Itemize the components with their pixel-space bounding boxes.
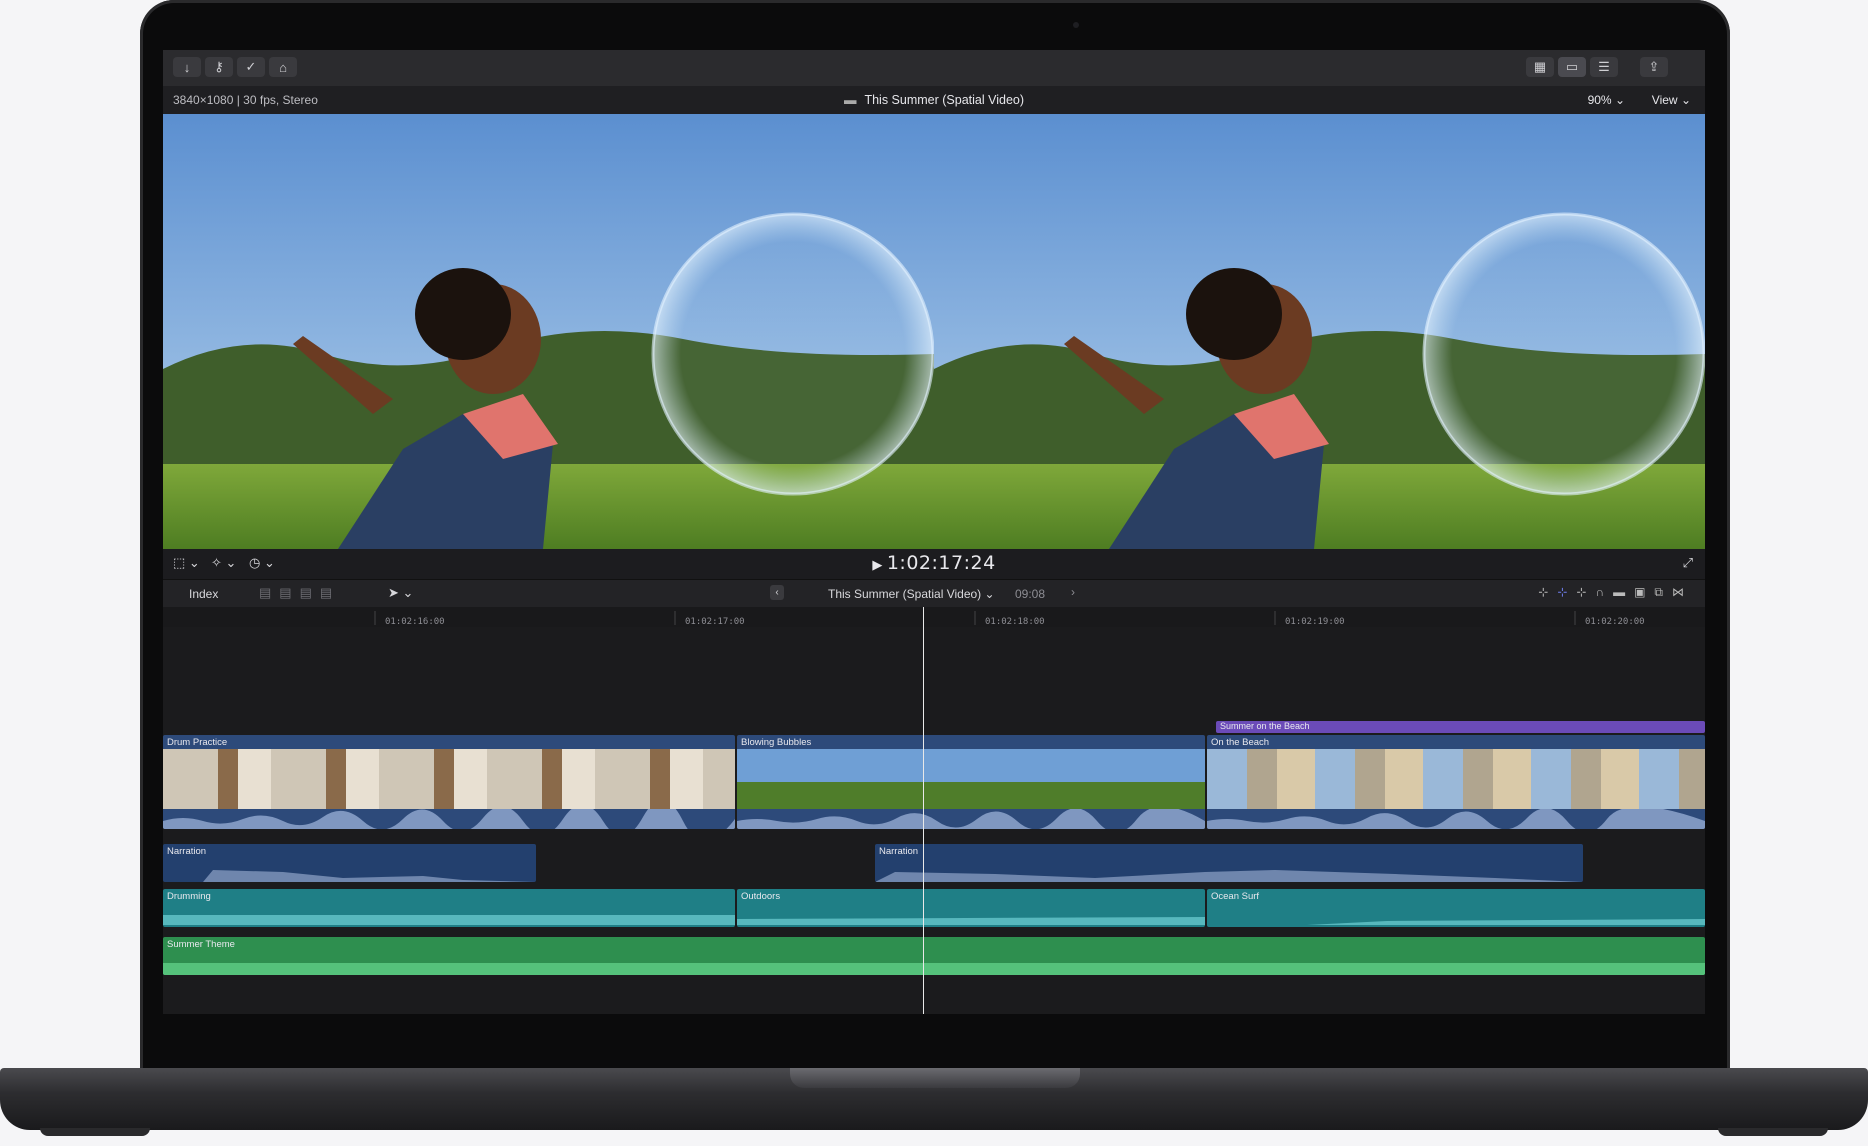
chevron-down-icon: ⌄: [984, 587, 995, 601]
timeline-tracks[interactable]: Summer on the Beach Drum Practice Blowin…: [163, 627, 1705, 1014]
ruler-tick: 01:02:17:00: [685, 617, 745, 627]
tag-icon: ⌂: [279, 59, 287, 75]
audio-waveform: [203, 870, 536, 882]
clip-label: Summer on the Beach: [1220, 721, 1310, 731]
audio-waveform: [875, 870, 1583, 882]
tag-button[interactable]: ⌂: [269, 57, 297, 77]
clip-label: Narration: [167, 846, 207, 857]
playhead[interactable]: [923, 607, 924, 1014]
clip-label: Ocean Surf: [1211, 891, 1260, 902]
play-icon[interactable]: ▶: [872, 558, 883, 573]
ruler-tick: 01:02:20:00: [1585, 617, 1645, 627]
clip-label: Outdoors: [741, 891, 781, 902]
timecode: 1:02:17:24: [886, 552, 996, 574]
app-window: ↓ ⚷ ✓ ⌂ ▦ ▭ ☰ ⇪ 3840×1080 | 30 fps, Ster…: [163, 50, 1705, 1014]
clip-label: Drum Practice: [167, 737, 228, 748]
timeline-toggle[interactable]: ▭: [1558, 57, 1586, 77]
keyword-icon: ⚷: [214, 59, 224, 74]
video-clip[interactable]: On the Beach: [1207, 735, 1705, 829]
viewer-title: ▬ This Summer (Spatial Video): [163, 93, 1705, 107]
import-button[interactable]: ↓: [173, 57, 201, 77]
timeline-ruler[interactable]: 01:02:16:00 01:02:17:00 01:02:18:00 01:0…: [163, 607, 1705, 627]
viewer-controls: ⬚ ⌄ ✧ ⌄ ◷ ⌄ ▶ 1:02:17:24 ⤢: [163, 549, 1705, 579]
audio-waveform: [163, 809, 735, 829]
clip-label: Drumming: [167, 891, 211, 902]
laptop-notch: [790, 1068, 1080, 1088]
view-label: View: [1651, 93, 1678, 107]
laptop-foot: [1718, 1128, 1828, 1136]
ambient-clip[interactable]: Drumming: [163, 889, 735, 927]
left-eye-frame: [163, 114, 934, 549]
timeline-tools[interactable]: ⊹⊹⊹∩▬▣⧉⋈: [1538, 585, 1693, 600]
narration-clip[interactable]: Narration: [875, 844, 1583, 882]
video-clip[interactable]: Blowing Bubbles: [737, 735, 1205, 829]
ambient-clip[interactable]: Outdoors: [737, 889, 1205, 927]
ambient-clip[interactable]: Ocean Surf: [1207, 889, 1705, 927]
share-button[interactable]: ⇪: [1640, 57, 1668, 77]
timecode-display[interactable]: ▶ 1:02:17:24: [163, 552, 1705, 574]
laptop-foot: [40, 1128, 150, 1136]
camera: [1073, 22, 1079, 28]
project-title: This Summer (Spatial Video): [864, 93, 1025, 107]
title-clip[interactable]: Summer on the Beach: [1216, 721, 1705, 733]
timeline-project-title[interactable]: This Summer (Spatial Video) ⌄: [828, 587, 995, 601]
import-icon: ↓: [183, 59, 191, 75]
right-eye-frame: [934, 114, 1705, 549]
clip-label: Blowing Bubbles: [741, 737, 812, 748]
clip-label: Narration: [879, 846, 919, 857]
inspector-toggle[interactable]: ☰: [1590, 57, 1618, 77]
video-viewer[interactable]: [163, 114, 1705, 549]
edit-buttons[interactable]: ▤▤▤▤: [259, 585, 340, 601]
select-tool-menu[interactable]: ➤ ⌄: [388, 585, 413, 601]
keyword-button[interactable]: ⚷: [205, 57, 233, 77]
share-icon: ⇪: [1648, 59, 1660, 74]
audio-waveform: [737, 917, 1205, 925]
audio-waveform: [737, 809, 1205, 829]
clip-label: Summer Theme: [167, 939, 235, 950]
ruler-tick: 01:02:19:00: [1285, 617, 1345, 627]
narration-clip[interactable]: Narration: [163, 844, 536, 882]
zoom-menu[interactable]: 90% ⌄: [1588, 93, 1625, 107]
clip-thumbnails: [163, 749, 735, 809]
forward-button[interactable]: ›: [1071, 585, 1075, 599]
chevron-down-icon: ⌄: [1614, 93, 1625, 107]
chevron-down-icon: ⌄: [1680, 93, 1691, 107]
audio-waveform: [163, 915, 735, 925]
index-button[interactable]: Index: [189, 587, 218, 601]
inspector-icon: ☰: [1598, 59, 1610, 74]
ruler-tick: 01:02:16:00: [385, 617, 445, 627]
timeline-title: This Summer (Spatial Video): [828, 587, 982, 601]
back-button[interactable]: ‹: [770, 585, 784, 600]
audio-waveform: [1207, 809, 1705, 829]
grid-icon: ▦: [1533, 59, 1547, 74]
clip-label: On the Beach: [1211, 737, 1270, 748]
ruler-tick: 01:02:18:00: [985, 617, 1045, 627]
fullscreen-icon[interactable]: ⤢: [1683, 555, 1693, 571]
top-toolbar: ↓ ⚷ ✓ ⌂ ▦ ▭ ☰ ⇪: [163, 50, 1705, 87]
browser-toggle[interactable]: ▦: [1526, 57, 1554, 77]
clapper-icon: ▬: [843, 93, 857, 107]
clip-thumbnails: [737, 749, 1205, 809]
timeline-header: Index ▤▤▤▤ ➤ ⌄ ‹ This Summer (Spatial Vi…: [163, 579, 1705, 609]
filmstrip-icon: ▭: [1565, 59, 1579, 74]
clip-thumbnails: [1207, 749, 1705, 809]
check-icon: ✓: [245, 59, 257, 74]
video-clip[interactable]: Drum Practice: [163, 735, 735, 829]
view-menu[interactable]: View ⌄: [1652, 93, 1691, 107]
viewer-info-bar: 3840×1080 | 30 fps, Stereo ▬ This Summer …: [163, 86, 1705, 114]
project-duration: 09:08: [1015, 587, 1046, 601]
background-tasks-button[interactable]: ✓: [237, 57, 265, 77]
zoom-value: 90%: [1587, 93, 1612, 107]
music-clip[interactable]: Summer Theme: [163, 937, 1705, 975]
audio-waveform: [163, 963, 1705, 975]
audio-waveform: [1307, 919, 1705, 925]
